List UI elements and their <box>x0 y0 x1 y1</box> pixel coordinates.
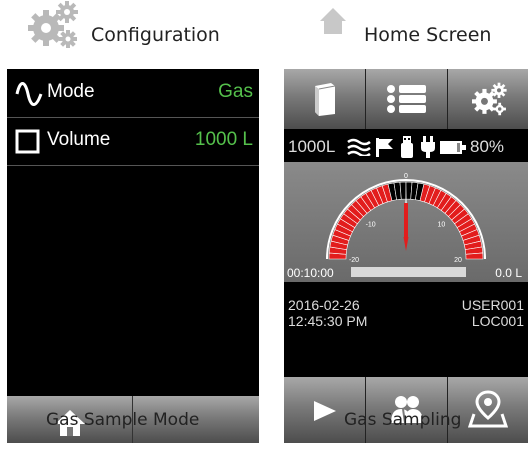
gauge-tick-label: 0 <box>404 173 408 180</box>
home-header: Home Screen <box>318 0 528 55</box>
location-id: LOC001 <box>471 313 524 329</box>
sampled-volume: 0.0 L <box>495 266 522 280</box>
log-book-button[interactable] <box>284 69 366 129</box>
config-screen: Mode Gas Volume 1000 L <box>7 69 259 443</box>
gauge-tick-label: 10 <box>437 222 445 229</box>
config-title: Configuration <box>91 24 220 46</box>
left-caption: Gas Sample Mode <box>46 410 200 430</box>
gauge-segment <box>465 252 484 260</box>
status-bar: 1000L 80% <box>284 131 528 161</box>
home-screen: 1000L 80% -20 -10 0 10 20 00:10:00 0.0 L… <box>284 69 528 443</box>
right-caption: Gas Sampling <box>344 410 462 430</box>
battery-percent: 80% <box>470 137 505 156</box>
gauge-needle-shaft <box>404 203 408 239</box>
settings-button[interactable] <box>448 69 528 129</box>
gauge-tick-label: -20 <box>349 257 359 264</box>
book-icon <box>315 83 336 116</box>
gauge-tick-label: -10 <box>366 222 376 229</box>
pressure-gauge: -20 -10 0 10 20 <box>326 173 486 264</box>
home-icon <box>320 8 346 34</box>
volume-row[interactable]: Volume 1000 L <box>7 117 259 166</box>
sample-time: 12:45:30 PM <box>288 313 368 329</box>
square-icon <box>15 129 40 154</box>
menu-button[interactable] <box>366 69 448 129</box>
play-icon <box>314 401 336 421</box>
elapsed-time: 00:10:00 <box>287 266 334 280</box>
user-id: USER001 <box>461 297 524 313</box>
mode-row[interactable]: Mode Gas <box>7 69 259 118</box>
flow-waves-icon <box>347 138 371 156</box>
sample-info: 2016-02-26 12:45:30 PM USER001 LOC001 <box>284 293 528 375</box>
sample-date: 2016-02-26 <box>288 297 360 313</box>
list-icon <box>387 85 426 113</box>
volume-value: 1000 L <box>194 129 253 150</box>
power-plug-icon <box>421 136 435 158</box>
usb-drive-icon <box>401 136 413 158</box>
progress-track <box>351 267 466 277</box>
status-volume: 1000L <box>288 137 336 156</box>
gauge-tick-label: 20 <box>454 257 462 264</box>
map-pin-icon <box>468 390 508 428</box>
gauge-panel: -20 -10 0 10 20 00:10:00 0.0 L <box>284 162 528 282</box>
mode-label: Mode <box>47 81 95 102</box>
gears-icon <box>472 82 507 116</box>
battery-icon <box>440 141 466 154</box>
home-title: Home Screen <box>364 24 492 46</box>
gauge-needle <box>403 237 409 251</box>
gears-icon <box>28 1 78 48</box>
volume-label: Volume <box>47 129 111 150</box>
gauge-zero-band <box>399 181 407 200</box>
mode-value: Gas <box>218 81 253 102</box>
wave-icon <box>15 82 43 106</box>
config-header: Configuration <box>28 0 268 55</box>
flag-icon <box>376 138 393 157</box>
